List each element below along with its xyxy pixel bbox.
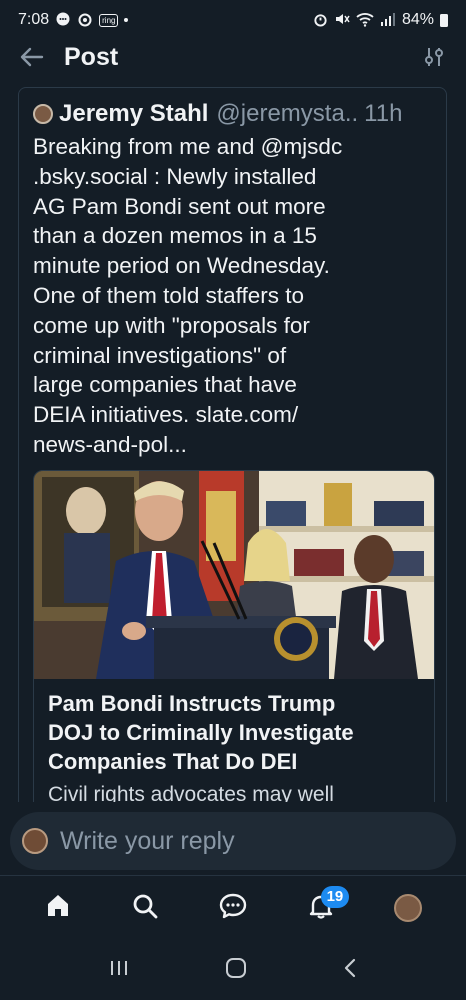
post-text-line: come up with "proposals for [33, 312, 310, 338]
link-description: Civil rights advocates may well [48, 783, 334, 802]
quoted-post-card[interactable]: Jeremy Stahl @jeremysta.. 11h Breaking f… [18, 87, 447, 802]
link-title-line: Companies That Do DEI [48, 749, 298, 774]
filter-settings-icon[interactable] [420, 43, 448, 71]
author-name[interactable]: Jeremy Stahl [59, 100, 208, 128]
nav-search[interactable] [123, 886, 167, 930]
nav-chat[interactable] [211, 886, 255, 930]
ring-app-icon: ring [99, 13, 119, 27]
post-text: Breaking from me and @mjsdc .bsky.social… [33, 132, 433, 460]
post-text-line: minute period on Wednesday. [33, 253, 330, 279]
notification-badge: 19 [320, 886, 350, 908]
reply-input[interactable]: Write your reply [60, 827, 235, 856]
home-button-icon[interactable] [225, 957, 247, 984]
battery-icon [440, 13, 448, 27]
recent-apps-icon[interactable] [108, 958, 130, 983]
link-preview-image [34, 471, 434, 679]
reply-bar[interactable]: Write your reply [10, 812, 456, 870]
post-text-line: .bsky.social : Newly installed [33, 163, 317, 189]
link-preview-card[interactable]: Pam Bondi Instructs Trump DOJ to Crimina… [33, 470, 435, 802]
link-title-line: Pam Bondi Instructs Trump [48, 691, 336, 716]
nav-home[interactable] [36, 886, 80, 930]
home-icon [44, 892, 72, 925]
notification-dot-icon [124, 18, 129, 22]
post-text-line: DEIA initiatives. slate.com/ [33, 402, 299, 428]
post-header: Post [0, 38, 466, 76]
bottom-nav: 19 [0, 876, 466, 940]
link-title-line: DOJ to Criminally Investigate [48, 720, 354, 745]
back-arrow-icon[interactable] [18, 43, 46, 71]
author-handle: @jeremysta.. [216, 100, 359, 127]
chat-icon [218, 891, 248, 926]
post-text-line: AG Pam Bondi sent out more [33, 193, 326, 219]
post-text-line: criminal investigations" of [33, 342, 287, 368]
mute-icon [334, 11, 350, 29]
status-bar: 7:08 ring 84% [0, 0, 466, 40]
post-text-line: One of them told staffers to [33, 282, 304, 308]
chat-bubble-status-icon [55, 11, 71, 29]
android-nav-bar [0, 940, 466, 1000]
signal-icon [380, 12, 396, 28]
post-time: 11h [364, 100, 403, 127]
status-time: 7:08 [18, 11, 50, 28]
user-avatar [22, 828, 48, 854]
status-left: 7:08 ring [18, 11, 129, 29]
search-icon [131, 892, 159, 925]
wifi-icon [356, 12, 374, 29]
author-avatar[interactable] [33, 104, 53, 124]
alarm-clock-icon [313, 12, 328, 29]
nav-notifications[interactable]: 19 [299, 886, 350, 930]
battery-percent: 84% [401, 11, 434, 28]
profile-avatar [394, 894, 423, 922]
post-text-line: than a dozen memos in a 15 [33, 223, 317, 249]
nav-profile[interactable] [386, 886, 430, 930]
post-text-line: news-and-pol... [33, 431, 187, 457]
link-title: Pam Bondi Instructs Trump DOJ to Crimina… [48, 689, 428, 776]
back-button-icon[interactable] [342, 957, 358, 984]
author-row: Jeremy Stahl @jeremysta.. 11h [33, 100, 436, 128]
post-text-line: large companies that have [33, 372, 297, 398]
status-right: 84% [313, 11, 448, 29]
alarm-status-icon [77, 11, 93, 29]
page-title: Post [64, 42, 119, 71]
post-text-line: Breaking from me and @mjsdc [33, 134, 343, 159]
